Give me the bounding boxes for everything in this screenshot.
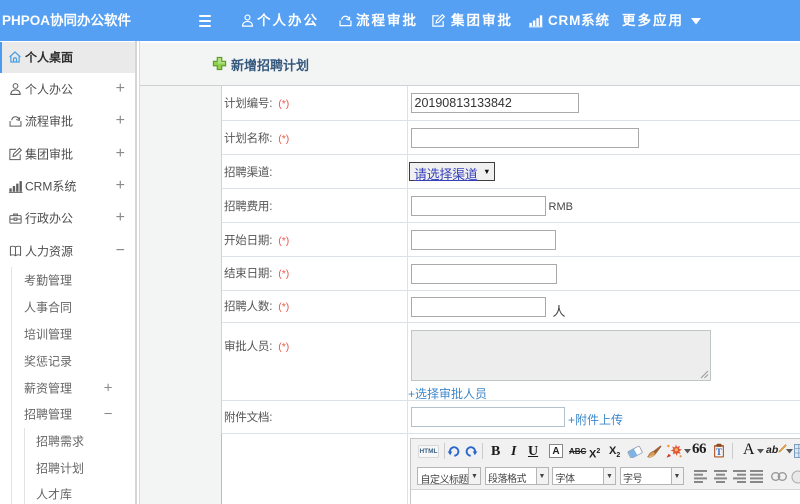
svg-text:T: T xyxy=(716,447,722,457)
